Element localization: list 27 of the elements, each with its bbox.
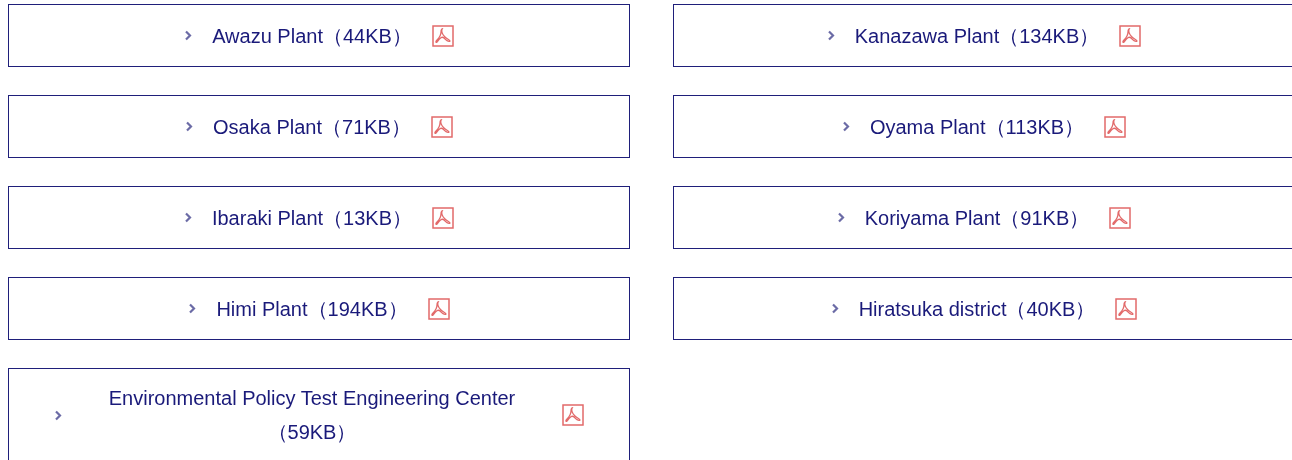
chevron-icon — [185, 121, 194, 132]
pdf-icon — [427, 297, 450, 320]
pdf-link[interactable]: Hiratsuka district（40KB） — [673, 277, 1292, 340]
chevron-icon — [183, 212, 192, 223]
pdf-link[interactable]: Ibaraki Plant（13KB） — [8, 186, 630, 249]
pdf-icon — [1119, 24, 1142, 47]
pdf-icon — [430, 115, 453, 138]
pdf-icon — [1109, 206, 1132, 229]
pdf-link[interactable]: Awazu Plant（44KB） — [8, 4, 630, 67]
pdf-icon — [1104, 115, 1127, 138]
pdf-link[interactable]: Himi Plant（194KB） — [8, 277, 630, 340]
chevron-icon — [830, 303, 839, 314]
pdf-link[interactable]: Koriyama Plant（91KB） — [673, 186, 1292, 249]
chevron-icon — [184, 30, 193, 41]
pdf-link[interactable]: Osaka Plant（71KB） — [8, 95, 630, 158]
chevron-icon — [826, 30, 835, 41]
pdf-link[interactable]: Kanazawa Plant（134KB） — [673, 4, 1292, 67]
chevron-icon — [54, 409, 62, 421]
pdf-icon — [562, 404, 584, 426]
chevron-icon — [188, 303, 197, 314]
pdf-icon — [431, 24, 454, 47]
pdf-icon — [1115, 297, 1138, 320]
pdf-icon — [432, 206, 455, 229]
pdf-link[interactable]: Environmental Policy Test Engineering Center（59KB） — [8, 368, 630, 460]
pdf-link[interactable]: Oyama Plant（113KB） — [673, 95, 1292, 158]
chevron-icon — [836, 212, 845, 223]
chevron-icon — [841, 121, 850, 132]
